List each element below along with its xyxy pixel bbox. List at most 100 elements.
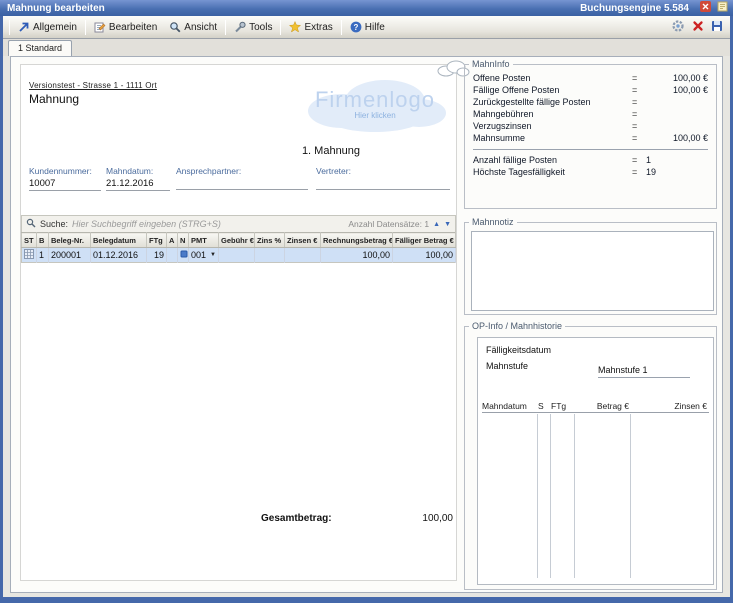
field-value[interactable] (316, 176, 450, 190)
document-preview: Versionstest - Strasse 1 - 1111 Ort Mahn… (20, 64, 457, 581)
allgemein-icon (18, 21, 30, 33)
table-row[interactable]: 1 200001 01.12.2016 19 (22, 248, 456, 263)
field-label: Ansprechpartner: (176, 166, 308, 176)
field-value[interactable] (176, 176, 308, 190)
divider (473, 149, 708, 150)
company-logo-placeholder[interactable]: Firmenlogo Hier klicken (297, 71, 453, 137)
toolbar-button-label: Hilfe (365, 22, 385, 33)
info-value: 100,00 € (646, 133, 708, 143)
field-label: Kundennummer: (29, 166, 101, 176)
cell-zinsen (285, 248, 321, 263)
items-grid: Suche: Anzahl Datensätze: 1 ▲ ▼ (21, 215, 456, 263)
nav-up-icon[interactable]: ▲ (433, 221, 440, 228)
toolbar-button-allgemein[interactable]: Allgemein (12, 18, 83, 36)
info-row: Mahnsumme = 100,00 € (473, 132, 708, 144)
info-row: Verzugszinsen = (473, 120, 708, 132)
nav-down-icon[interactable]: ▼ (444, 221, 451, 228)
field-kundennummer: Kundennummer: 10007 (29, 166, 101, 191)
toolbar-button-extras[interactable]: Extras (283, 18, 338, 36)
field-value[interactable]: 10007 (29, 176, 101, 191)
column-header[interactable]: FTg (147, 233, 167, 248)
row-selector-cell[interactable] (22, 248, 37, 263)
historie-column-header: FTg (551, 401, 575, 411)
search-label: Suche: (40, 219, 68, 229)
field-value[interactable]: 21.12.2016 (106, 176, 170, 191)
dropdown-arrow-icon[interactable]: ▼ (210, 252, 216, 258)
historie-column-header: S (538, 401, 551, 411)
notes-icon (717, 1, 728, 15)
sender-address-link[interactable]: Versionstest - Strasse 1 - 1111 Ort (29, 81, 157, 90)
info-value: 1 (646, 155, 708, 165)
toolbar-button-tools[interactable]: Tools (228, 18, 278, 36)
field-label: Vertreter: (316, 166, 450, 176)
edit-icon (94, 21, 106, 33)
info-row: Fällige Offene Posten = 100,00 € (473, 84, 708, 96)
mahnnotiz-textarea[interactable] (471, 231, 714, 311)
column-header[interactable]: Belegdatum (91, 233, 147, 248)
info-row: Mahngebühren = (473, 108, 708, 120)
delete-button[interactable] (692, 20, 704, 35)
toolbar-button-ansicht[interactable]: Ansicht (163, 18, 223, 36)
info-panel: MahnInfo Offene Posten = 100,00 € Fällig… (464, 57, 717, 592)
window-notes-button[interactable] (715, 2, 729, 14)
column-header[interactable]: B (37, 233, 49, 248)
logo-text: Firmenlogo (297, 87, 453, 113)
flag-icon (180, 250, 188, 260)
level-value: Mahnstufe 1 (598, 365, 690, 378)
grand-total: Gesamtbetrag: 100,00 (261, 513, 453, 524)
column-header[interactable]: Fälliger Betrag € (393, 233, 456, 248)
historie-column-header: Zinsen € (631, 401, 709, 411)
cell-gebuehr (219, 248, 255, 263)
items-table: ST B Beleg-Nr. Belegdatum FTg A N PMT Ge… (21, 232, 456, 263)
tab-standard[interactable]: 1 Standard (8, 40, 72, 56)
cell-n (178, 248, 189, 263)
toolbar-separator (280, 20, 281, 35)
grand-total-value: 100,00 (422, 513, 453, 524)
toolbar-right-group (671, 19, 726, 36)
info-value: 19 (646, 167, 708, 177)
column-header[interactable]: A (167, 233, 178, 248)
column-header[interactable]: Zinsen € (285, 233, 321, 248)
toolbar-separator (341, 20, 342, 35)
info-row: Zurückgestellte fällige Posten = (473, 96, 708, 108)
mahninfo-title: MahnInfo (469, 59, 513, 69)
historie-header-row: Mahndatum S FTg Betrag € Zinsen € (482, 398, 709, 413)
column-header[interactable]: Rechnungsbetrag € (321, 233, 393, 248)
save-button[interactable] (711, 20, 723, 35)
column-header[interactable]: ST (22, 233, 37, 248)
cell-faelliger-betrag: 100,00 (393, 248, 456, 263)
window-close-button[interactable] (698, 2, 712, 14)
toolbar-button-hilfe[interactable]: ? Hilfe (344, 18, 391, 36)
column-header[interactable]: Zins % (255, 233, 285, 248)
historie-group: OP-Info / Mahnhistorie Fälligkeitsdatum … (464, 321, 717, 590)
cell-a (167, 248, 178, 263)
refresh-button[interactable] (671, 19, 685, 36)
column-header[interactable]: PMT (189, 233, 219, 248)
field-label: Mahndatum: (106, 166, 170, 176)
historie-empty-body (482, 414, 709, 578)
toolbar-button-label: Extras (304, 22, 332, 33)
content-area: Versionstest - Strasse 1 - 1111 Ort Mahn… (3, 56, 730, 597)
toolbar-separator (85, 20, 86, 35)
svg-text:?: ? (353, 23, 358, 32)
main-panel: Versionstest - Strasse 1 - 1111 Ort Mahn… (10, 56, 723, 593)
historie-title: OP-Info / Mahnhistorie (469, 321, 565, 331)
column-header[interactable]: Beleg-Nr. (49, 233, 91, 248)
cell-b: 1 (37, 248, 49, 263)
cell-pmt[interactable]: 001 ▼ (189, 248, 219, 263)
toolbar-separator (9, 20, 10, 35)
historie-column-header: Mahndatum (482, 401, 538, 411)
field-mahndatum: Mahndatum: 21.12.2016 (106, 166, 170, 191)
titlebar: Mahnung bearbeiten Buchungsengine 5.584 (0, 0, 733, 16)
column-header[interactable]: N (178, 233, 189, 248)
table-header-row: ST B Beleg-Nr. Belegdatum FTg A N PMT Ge… (22, 233, 456, 248)
record-count: Anzahl Datensätze: 1 (348, 219, 429, 229)
toolbar-button-bearbeiten[interactable]: Bearbeiten (88, 18, 163, 36)
column-header[interactable]: Gebühr € (219, 233, 255, 248)
cell-zins-pct (255, 248, 285, 263)
cell-belegdatum: 01.12.2016 (91, 248, 147, 263)
mahninfo-group: MahnInfo Offene Posten = 100,00 € Fällig… (464, 59, 717, 209)
search-input[interactable] (72, 219, 344, 229)
grid-search-bar: Suche: Anzahl Datensätze: 1 ▲ ▼ (21, 215, 456, 232)
pmt-value: 001 (191, 250, 206, 260)
